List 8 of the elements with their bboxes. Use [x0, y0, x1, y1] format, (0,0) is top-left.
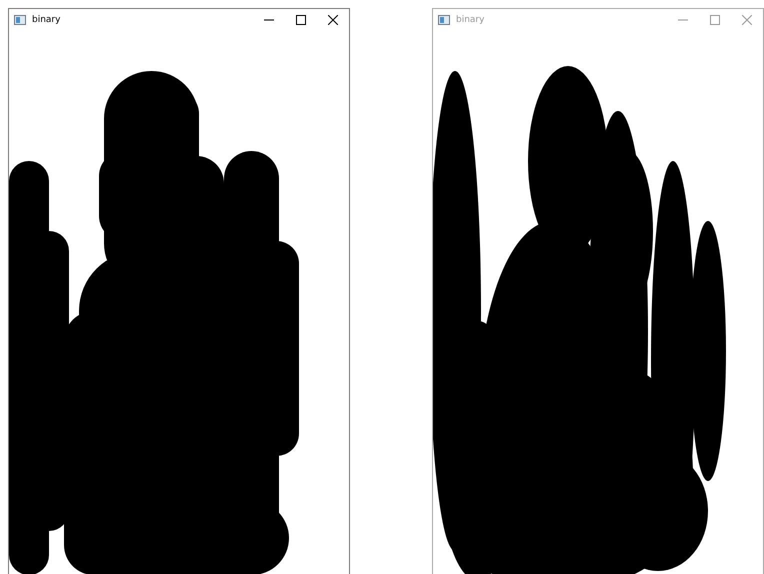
- maximize-icon: [710, 15, 720, 25]
- close-icon: [328, 15, 338, 25]
- window-title: binary: [32, 15, 62, 25]
- close-icon: [742, 15, 752, 25]
- app-icon: [14, 15, 26, 25]
- app-icon: [438, 15, 450, 25]
- maximize-icon: [296, 15, 306, 25]
- window-title: binary: [456, 15, 486, 25]
